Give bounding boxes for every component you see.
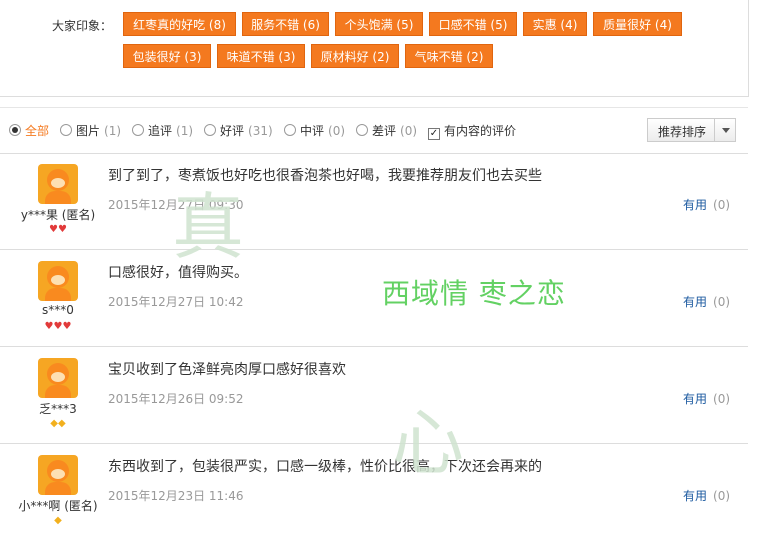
- impressions-label: 大家印象：: [52, 19, 113, 33]
- filter-label: 差评: [372, 124, 397, 138]
- filter-all[interactable]: 全部: [9, 122, 49, 140]
- heart-icon: ♥: [44, 321, 54, 332]
- filter-label: 追评: [148, 124, 173, 138]
- checkbox-icon[interactable]: ✓: [428, 128, 440, 140]
- useful-button[interactable]: 有用 (0): [683, 390, 730, 407]
- useful-label[interactable]: 有用: [683, 295, 707, 309]
- useful-count: (0): [713, 198, 731, 212]
- useful-label[interactable]: 有用: [683, 198, 707, 212]
- heart-icon: ♥: [49, 224, 58, 235]
- radio-icon[interactable]: [204, 124, 216, 136]
- impression-tag[interactable]: 味道不错 (3): [217, 44, 305, 68]
- filter-count: (31): [248, 124, 273, 138]
- filter-count: (1): [176, 124, 194, 138]
- useful-label[interactable]: 有用: [683, 489, 707, 503]
- impression-tag[interactable]: 实惠 (4): [523, 12, 587, 36]
- diamond-icon: ◆: [58, 418, 66, 429]
- sort-divider: [714, 119, 715, 141]
- impression-tag[interactable]: 红枣真的好吃 (8): [123, 12, 236, 36]
- review-content: 到了到了，枣煮饭也好吃也很香泡茶也好喝，我要推荐朋友们也去买些: [108, 168, 542, 184]
- radio-icon[interactable]: [132, 124, 144, 136]
- review-content: 宝贝收到了色泽鲜亮肉厚口感好很喜欢: [108, 362, 346, 378]
- filter-label: 好评: [220, 124, 245, 138]
- review-content: 东西收到了，包装很严实，口感一级棒，性价比很高，下次还会再来的: [108, 459, 542, 475]
- useful-button[interactable]: 有用 (0): [683, 196, 730, 213]
- review-username: s***0: [42, 303, 74, 317]
- filter-count: (0): [328, 124, 346, 138]
- user-level-badges: ◆: [0, 515, 116, 527]
- review-date: 2015年12月27日 09:30: [108, 198, 244, 212]
- review-username: 小***啊 (匿名): [18, 499, 98, 513]
- diamond-icon: ◆: [50, 418, 58, 429]
- review-date: 2015年12月26日 09:52: [108, 392, 244, 406]
- chevron-down-icon[interactable]: [722, 128, 730, 133]
- radio-icon[interactable]: [356, 124, 368, 136]
- filter-count: (1): [104, 124, 122, 138]
- useful-count: (0): [713, 489, 731, 503]
- useful-count: (0): [713, 392, 731, 406]
- sort-dropdown[interactable]: 推荐排序: [647, 118, 736, 142]
- user-level-badges: ◆◆: [0, 418, 116, 430]
- review-item: y***果 (匿名) ♥♥ 到了到了，枣煮饭也好吃也很香泡茶也好喝，我要推荐朋友…: [0, 153, 748, 250]
- impression-tag[interactable]: 个头饱满 (5): [335, 12, 423, 36]
- filter-label: 中评: [300, 124, 325, 138]
- filter-label: 有内容的评价: [444, 124, 517, 138]
- filter-images[interactable]: 图片 (1): [60, 122, 121, 140]
- impression-tag[interactable]: 包装很好 (3): [123, 44, 211, 68]
- useful-button[interactable]: 有用 (0): [683, 487, 730, 504]
- user-level-badges: ♥♥♥: [0, 321, 116, 333]
- review-date: 2015年12月27日 10:42: [108, 295, 244, 309]
- useful-count: (0): [713, 295, 731, 309]
- heart-icon: ♥: [62, 321, 72, 332]
- filter-has-content[interactable]: ✓ 有内容的评价: [428, 122, 516, 140]
- review-username: y***果 (匿名): [20, 208, 96, 222]
- avatar[interactable]: [38, 261, 78, 301]
- avatar[interactable]: [38, 455, 78, 495]
- avatar[interactable]: [38, 358, 78, 398]
- filter-negative[interactable]: 差评 (0): [356, 122, 417, 140]
- filter-followup[interactable]: 追评 (1): [132, 122, 193, 140]
- impression-tag[interactable]: 口感不错 (5): [429, 12, 517, 36]
- diamond-icon: ◆: [54, 515, 62, 526]
- review-date: 2015年12月23日 11:46: [108, 489, 244, 503]
- filter-label: 全部: [25, 124, 50, 138]
- impression-tag[interactable]: 质量很好 (4): [593, 12, 682, 36]
- review-item: s***0 ♥♥♥ 口感很好，值得购买。 2015年12月27日 10:42 有…: [0, 250, 748, 347]
- impression-tag[interactable]: 服务不错 (6): [242, 12, 329, 36]
- filter-count: (0): [400, 124, 418, 138]
- filter-label: 图片: [76, 124, 101, 138]
- user-level-badges: ♥♥: [0, 224, 116, 236]
- filter-positive[interactable]: 好评 (31): [204, 122, 273, 140]
- impression-tag[interactable]: 气味不错 (2): [405, 44, 493, 68]
- heart-icon: ♥: [53, 321, 63, 332]
- review-item: 乏***3 ◆◆ 宝贝收到了色泽鲜亮肉厚口感好很喜欢 2015年12月26日 0…: [0, 347, 748, 444]
- sort-label: 推荐排序: [658, 125, 707, 139]
- impression-tag[interactable]: 原材料好 (2): [311, 44, 399, 68]
- review-item: 小***啊 (匿名) ◆ 东西收到了，包装很严实，口感一级棒，性价比很高，下次还…: [0, 444, 748, 540]
- useful-button[interactable]: 有用 (0): [683, 293, 730, 310]
- review-username: 乏***3: [39, 402, 77, 416]
- avatar[interactable]: [38, 164, 78, 204]
- filter-bar: 全部 图片 (1) 追评 (1) 好评 (31) 中评 (0) 差评 (0) ✓ 有内容的评…: [0, 107, 748, 154]
- useful-label[interactable]: 有用: [683, 392, 707, 406]
- impressions-panel: 大家印象： 红枣真的好吃 (8) 服务不错 (6) 个头饱满 (5) 口感不错 …: [0, 0, 749, 97]
- review-content: 口感很好，值得购买。: [108, 265, 248, 281]
- filter-neutral[interactable]: 中评 (0): [284, 122, 345, 140]
- radio-icon[interactable]: [9, 124, 21, 136]
- radio-icon[interactable]: [60, 124, 72, 136]
- radio-icon[interactable]: [284, 124, 296, 136]
- heart-icon: ♥: [58, 224, 67, 235]
